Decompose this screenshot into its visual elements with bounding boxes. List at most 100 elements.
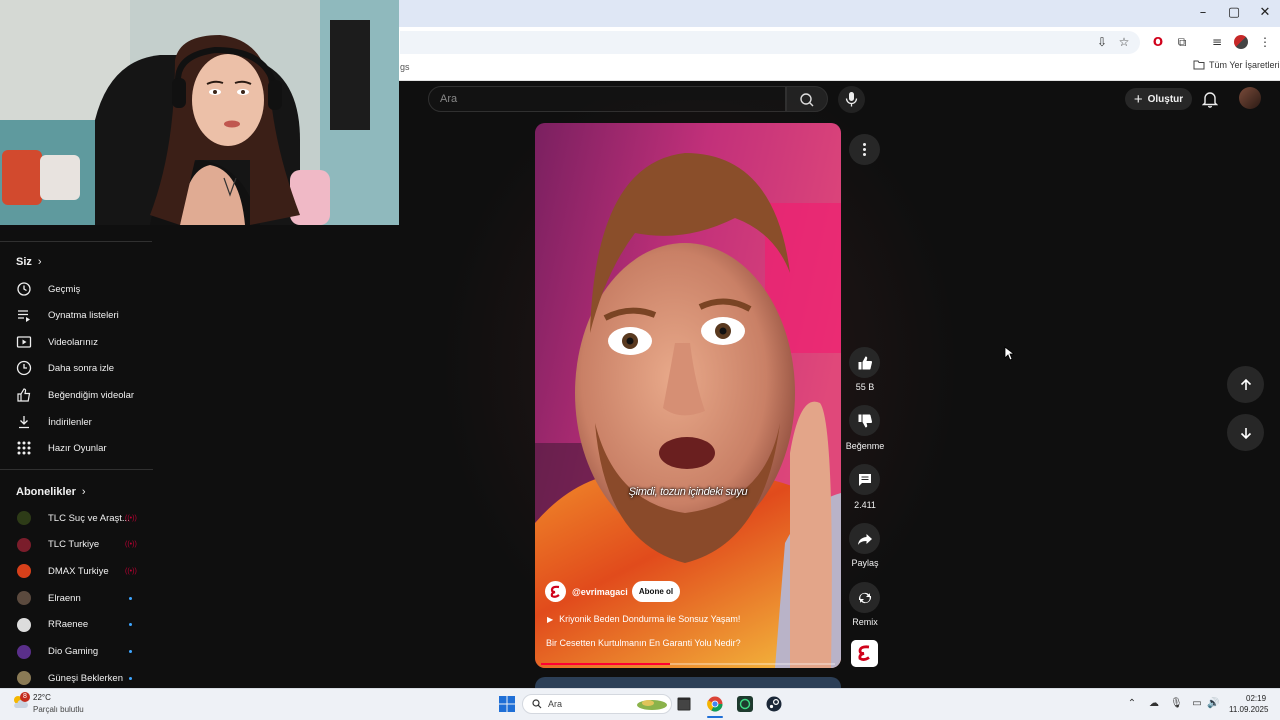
share-label: Paylaş xyxy=(851,558,879,568)
weather-temperature[interactable]: 22°C xyxy=(33,693,51,702)
share-button[interactable] xyxy=(849,523,880,554)
subscription-label: Güneşi Beklerken xyxy=(48,672,123,684)
whatsapp-icon[interactable] xyxy=(737,696,753,712)
sidebar-item-downloads[interactable]: İndirilenler xyxy=(0,409,153,435)
sidebar-item-label: Beğendiğim videolar xyxy=(48,389,135,401)
all-bookmarks-label: Tüm Yer İşaretleri xyxy=(1209,60,1280,70)
address-bar[interactable] xyxy=(400,31,1140,54)
subscriptions-title: Abonelikler xyxy=(16,486,76,498)
live-indicator-icon: ((•)) xyxy=(125,541,137,549)
subscription-item[interactable]: Dio Gaming xyxy=(0,639,153,665)
progress-fill xyxy=(541,663,671,665)
opera-extension-icon[interactable]: O xyxy=(1150,34,1166,50)
comment-count: 2.411 xyxy=(854,500,876,510)
thumbs-down-icon xyxy=(858,414,872,427)
weather-description[interactable]: Parçalı bulutlu xyxy=(33,705,84,714)
account-avatar[interactable] xyxy=(1239,87,1261,109)
video-title[interactable]: Bir Cesetten Kurtulmanın En Garanti Yolu… xyxy=(546,638,741,648)
terminal-icon[interactable] xyxy=(677,697,691,711)
clock-date[interactable]: 11.09.2025 xyxy=(1229,705,1268,714)
sidebar-divider xyxy=(0,241,152,242)
create-label: Oluştur xyxy=(1147,93,1184,105)
media-control-icon[interactable]: ≡ xyxy=(1209,34,1225,50)
mouse-cursor-icon xyxy=(1004,346,1014,361)
sidebar-item-label: Videolarınız xyxy=(48,336,98,348)
bookmark-star-icon[interactable]: ☆ xyxy=(1116,34,1132,50)
channel-avatar xyxy=(17,591,31,606)
all-bookmarks-button[interactable]: Tüm Yer İşaretleri xyxy=(1193,60,1280,70)
sidebar-item-label: Geçmiş xyxy=(48,283,81,295)
subscribe-button[interactable]: Abone ol xyxy=(632,581,680,602)
sidebar-item-playables[interactable]: Hazır Oyunlar xyxy=(0,435,153,461)
microphone-tray-icon[interactable]: 🎙 xyxy=(1170,698,1183,710)
clock-time[interactable]: 02:19 xyxy=(1246,694,1266,703)
you-section-title: Siz xyxy=(16,256,32,268)
notifications-bell-icon[interactable] xyxy=(1202,90,1218,108)
live-indicator-icon: ((•)) xyxy=(125,514,137,522)
subscription-item[interactable]: Elraenn xyxy=(0,585,153,611)
plus-icon: + xyxy=(1133,90,1143,108)
sound-source-thumbnail[interactable] xyxy=(851,640,878,667)
subscription-label: TLC Turkiye xyxy=(48,539,100,551)
downloads-icon xyxy=(19,416,29,429)
search-icon xyxy=(532,699,542,709)
subscription-label: TLC Suç ve Araşt... xyxy=(48,512,130,524)
onedrive-icon[interactable]: ☁ xyxy=(1148,698,1160,710)
you-section-header[interactable]: Siz › xyxy=(16,256,42,268)
close-window-button[interactable]: ✕ xyxy=(1255,5,1275,21)
folder-icon xyxy=(1193,60,1205,70)
sidebar-item-label: Hazır Oyunlar xyxy=(48,442,107,454)
sidebar-item-history[interactable]: Geçmiş xyxy=(0,276,153,302)
like-button[interactable] xyxy=(849,347,880,378)
thumbs-up-icon xyxy=(858,356,872,369)
previous-short-button[interactable] xyxy=(1227,366,1264,403)
subscription-label: DMAX Turkiye xyxy=(48,565,109,577)
channel-avatar xyxy=(17,644,31,659)
sidebar-item-your-videos[interactable]: Videolarınız xyxy=(0,329,153,355)
profile-avatar[interactable] xyxy=(1234,35,1248,49)
subscription-item[interactable]: TLC Turkiye ((•)) xyxy=(0,532,153,558)
browser-menu-icon[interactable]: ⋮ xyxy=(1257,34,1273,50)
dislike-button[interactable] xyxy=(849,405,880,436)
subscription-item[interactable]: TLC Suç ve Araşt... ((•)) xyxy=(0,505,153,531)
create-button[interactable]: + Oluştur xyxy=(1125,88,1192,110)
share-icon xyxy=(857,533,872,545)
channel-avatar xyxy=(17,564,31,579)
windows-start-icon[interactable] xyxy=(499,696,515,712)
minimize-button[interactable]: – xyxy=(1193,5,1213,21)
dislike-label: Beğenme xyxy=(845,441,885,451)
network-icon[interactable]: ▭ xyxy=(1191,698,1203,710)
more-options-button[interactable] xyxy=(849,134,880,165)
restore-button[interactable]: ▢ xyxy=(1224,5,1244,21)
tray-overflow-icon[interactable]: ⌃ xyxy=(1126,698,1138,710)
bookmark-item[interactable]: gs xyxy=(400,62,410,72)
sidebar-item-watch-later[interactable]: Daha sonra izle xyxy=(0,355,153,381)
subscriptions-header[interactable]: Abonelikler › xyxy=(16,486,86,498)
steam-icon[interactable] xyxy=(766,696,782,712)
chrome-icon[interactable] xyxy=(707,696,723,712)
like-count: 55 B xyxy=(855,382,875,392)
comments-button[interactable] xyxy=(849,464,880,495)
sidebar-item-label: İndirilenler xyxy=(48,416,92,428)
playlist-link[interactable]: ▶ Kriyonik Beden Dondurma ile Sonsuz Yaş… xyxy=(547,614,740,624)
subscription-item[interactable]: RRaenee xyxy=(0,612,153,638)
install-app-icon[interactable]: ⇩ xyxy=(1094,34,1110,50)
extensions-icon[interactable]: ⧉ xyxy=(1174,34,1190,50)
sidebar-item-liked-videos[interactable]: Beğendiğim videolar xyxy=(0,382,153,408)
sidebar-item-label: Oynatma listeleri xyxy=(48,309,119,321)
playlists-icon xyxy=(18,310,30,322)
sidebar-item-playlists[interactable]: Oynatma listeleri xyxy=(0,302,153,328)
volume-icon[interactable]: 🔊 xyxy=(1207,698,1219,710)
live-indicator-icon: ((•)) xyxy=(125,567,137,575)
remix-button[interactable] xyxy=(849,582,880,613)
new-content-dot xyxy=(129,676,132,680)
channel-handle[interactable]: @evrimagaci xyxy=(572,587,628,597)
chevron-right-icon: › xyxy=(37,256,42,268)
channel-avatar xyxy=(17,671,31,686)
channel-logo[interactable] xyxy=(545,581,566,602)
video-subtitle: Şimdi, tozun içindeki suyu xyxy=(628,486,748,498)
subscription-item[interactable]: DMAX Turkiye ((•)) xyxy=(0,558,153,584)
active-app-indicator xyxy=(707,716,723,718)
next-short-button[interactable] xyxy=(1227,414,1264,451)
arrow-up-icon xyxy=(1240,378,1251,390)
